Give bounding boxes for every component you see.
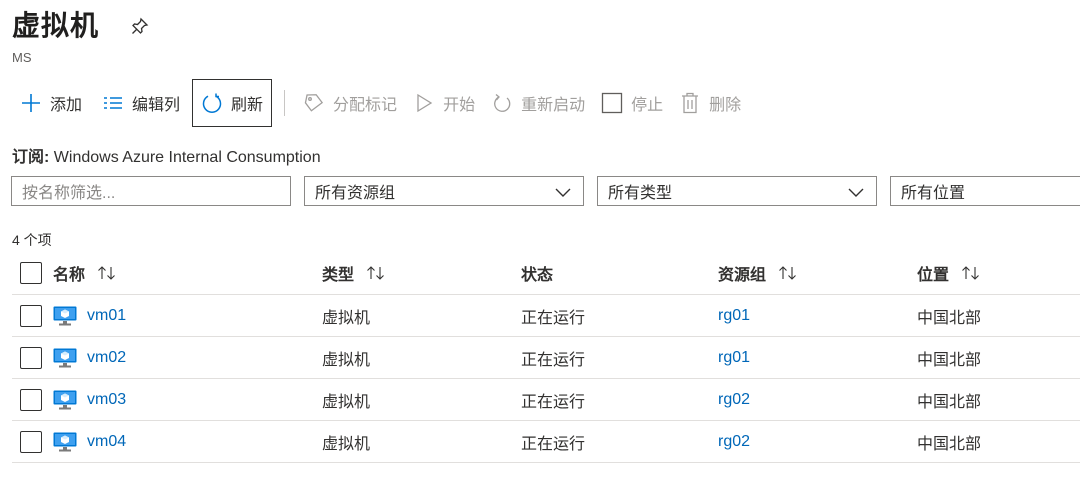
subscription-label: 订阅: (12, 149, 50, 166)
sort-icon (961, 266, 981, 280)
start-button[interactable]: 开始 (405, 80, 483, 126)
stop-button[interactable]: 停止 (593, 80, 671, 126)
subscription-line: 订阅: Windows Azure Internal Consumption (12, 143, 321, 167)
delete-button[interactable]: 删除 (671, 80, 749, 126)
vm-type: 虚拟机 (322, 393, 371, 411)
location-dropdown[interactable]: 所有位置 (890, 176, 1080, 206)
plus-icon (20, 92, 42, 114)
stop-label: 停止 (631, 97, 664, 114)
page-subtitle: MS (12, 50, 32, 65)
column-header-status: 状态 (521, 267, 554, 284)
select-all-checkbox[interactable] (20, 262, 42, 284)
chevron-down-icon (555, 188, 571, 197)
virtual-machine-icon (53, 348, 77, 367)
edit-columns-button[interactable]: 编辑列 (94, 80, 188, 126)
restart-button[interactable]: 重新启动 (483, 80, 593, 126)
resource-group-link[interactable]: rg02 (718, 433, 750, 451)
resource-group-dropdown[interactable]: 所有资源组 (304, 176, 584, 206)
table-row[interactable]: vm04 虚拟机 正在运行 rg02 中国北部 (12, 421, 1080, 463)
row-checkbox[interactable] (20, 346, 42, 369)
trash-icon (679, 92, 701, 114)
page-header: 虚拟机 MS (12, 8, 151, 65)
table-row[interactable]: vm01 虚拟机 正在运行 rg01 中国北部 (12, 295, 1080, 337)
vm-name-link[interactable]: vm03 (87, 391, 126, 409)
delete-label: 删除 (709, 97, 742, 114)
play-icon (413, 92, 435, 114)
list-icon (102, 92, 124, 114)
sort-icon (778, 266, 798, 280)
chevron-down-icon (848, 188, 864, 197)
location-dropdown-value: 所有位置 (901, 185, 966, 202)
start-label: 开始 (443, 97, 476, 114)
vm-location: 中国北部 (917, 393, 982, 411)
resource-group-link[interactable]: rg01 (718, 307, 750, 325)
table-row[interactable]: vm03 虚拟机 正在运行 rg02 中国北部 (12, 379, 1080, 421)
column-header-type[interactable]: 类型 (322, 252, 386, 294)
stop-icon (601, 92, 623, 114)
refresh-icon (201, 92, 223, 114)
table-row[interactable]: vm02 虚拟机 正在运行 rg01 中国北部 (12, 337, 1080, 379)
item-count: 4 个项 (12, 232, 52, 248)
column-header-resource-group[interactable]: 资源组 (718, 252, 798, 294)
edit-columns-label: 编辑列 (132, 97, 181, 114)
vm-status: 正在运行 (521, 351, 586, 369)
type-dropdown[interactable]: 所有类型 (597, 176, 877, 206)
subscription-value: Windows Azure Internal Consumption (53, 149, 321, 166)
page-title: 虚拟机 (12, 10, 100, 41)
row-checkbox[interactable] (20, 388, 42, 411)
row-checkbox[interactable] (20, 304, 42, 327)
refresh-label: 刷新 (231, 97, 264, 114)
vm-type: 虚拟机 (322, 435, 371, 453)
add-label: 添加 (50, 97, 83, 114)
name-filter-input[interactable]: 按名称筛选... (11, 176, 291, 206)
vm-location: 中国北部 (917, 309, 982, 327)
restart-label: 重新启动 (521, 97, 586, 114)
vm-status: 正在运行 (521, 309, 586, 327)
sort-icon (366, 266, 386, 280)
resource-group-dropdown-value: 所有资源组 (315, 185, 396, 202)
sort-icon (97, 266, 117, 280)
column-header-location[interactable]: 位置 (917, 252, 981, 294)
resource-group-link[interactable]: rg01 (718, 349, 750, 367)
restart-icon (491, 92, 513, 114)
column-header-name[interactable]: 名称 (53, 252, 117, 294)
vm-location: 中国北部 (917, 435, 982, 453)
row-checkbox[interactable] (20, 430, 42, 453)
vm-name-link[interactable]: vm01 (87, 307, 126, 325)
vm-status: 正在运行 (521, 393, 586, 411)
tag-icon (303, 92, 325, 114)
assign-tags-label: 分配标记 (333, 97, 398, 114)
virtual-machine-icon (53, 390, 77, 409)
vm-name-link[interactable]: vm04 (87, 433, 126, 451)
vm-status: 正在运行 (521, 435, 586, 453)
assign-tags-button[interactable]: 分配标记 (295, 80, 405, 126)
resource-group-link[interactable]: rg02 (718, 391, 750, 409)
add-button[interactable]: 添加 (12, 80, 90, 126)
vm-name-link[interactable]: vm02 (87, 349, 126, 367)
table-header-row: 名称 类型 状态 资源组 位置 (12, 252, 1080, 295)
toolbar-divider (284, 90, 286, 116)
command-bar: 添加 编辑列 刷新 分配标记 开始 重新启动 停止 删除 (12, 79, 749, 127)
vm-type: 虚拟机 (322, 309, 371, 327)
type-dropdown-value: 所有类型 (608, 185, 673, 202)
vm-location: 中国北部 (917, 351, 982, 369)
virtual-machine-icon (53, 432, 77, 451)
vm-table: 名称 类型 状态 资源组 位置 vm01 虚拟机 正在运行 rg01 中国北部 … (12, 252, 1080, 463)
vm-type: 虚拟机 (322, 351, 371, 369)
refresh-button[interactable]: 刷新 (192, 79, 273, 127)
pin-icon[interactable] (129, 15, 151, 37)
virtual-machine-icon (53, 306, 77, 325)
